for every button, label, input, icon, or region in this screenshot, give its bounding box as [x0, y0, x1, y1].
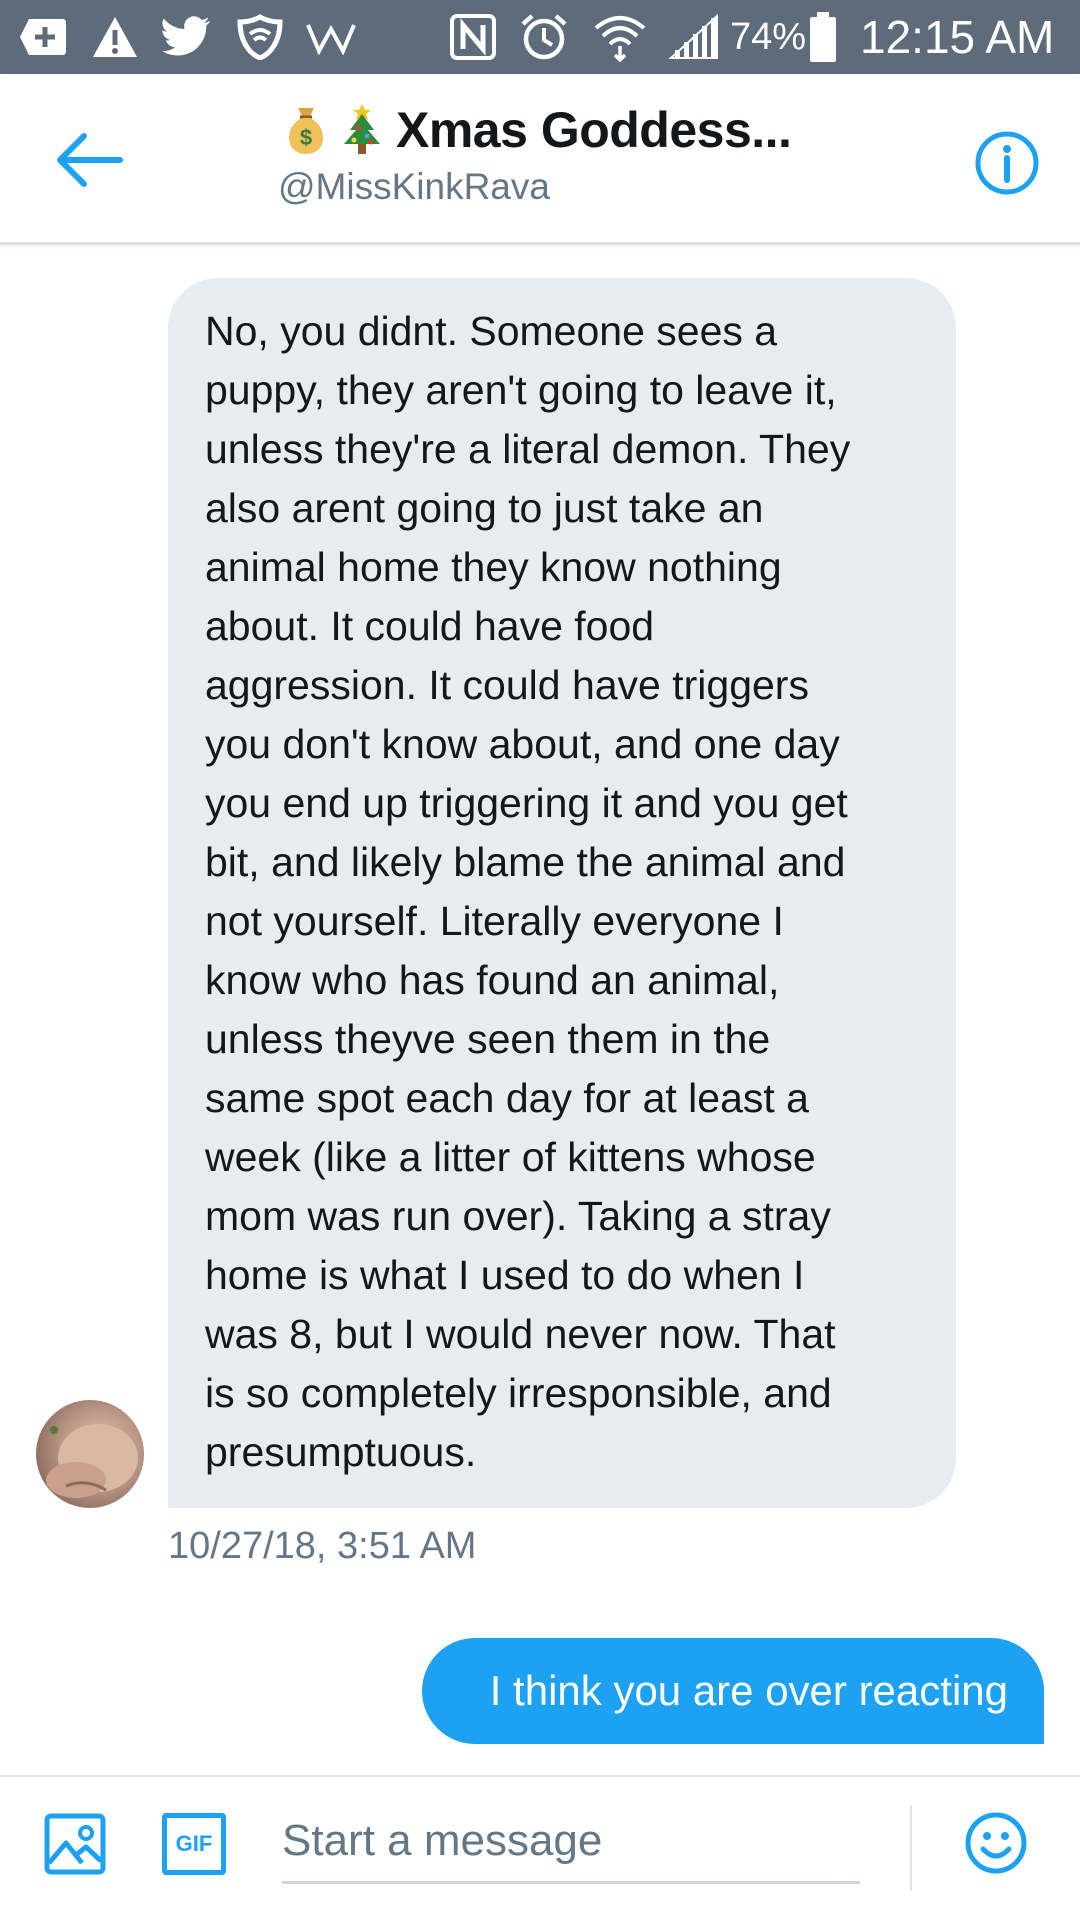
gif-button[interactable]: GIF	[162, 1813, 226, 1875]
incoming-message-bubble[interactable]: No, you didnt. Someone sees a puppy, the…	[168, 278, 956, 1508]
status-bar: 74% 12:15 AM	[0, 0, 1080, 74]
contact-name: Xmas Goddess...	[396, 102, 792, 158]
alarm-icon	[516, 10, 572, 64]
warning-icon	[88, 10, 142, 64]
message-input[interactable]	[282, 1801, 860, 1884]
contact-handle: @MissKinkRava	[278, 166, 550, 207]
conversation-title[interactable]: $ Xmas Goddess... @MissKinkRava	[278, 100, 838, 208]
add-image-button[interactable]	[44, 1813, 106, 1875]
w-icon	[300, 10, 362, 64]
info-icon	[975, 131, 1039, 195]
battery-percent: 74%	[730, 16, 807, 58]
money-bag-emoji: $	[278, 102, 334, 158]
back-button[interactable]	[52, 130, 124, 190]
info-button[interactable]	[974, 130, 1040, 196]
smiley-icon	[965, 1812, 1027, 1874]
outgoing-message-bubble[interactable]: I think you are over reacting	[422, 1638, 1044, 1744]
arrow-left-icon	[57, 133, 123, 187]
conversation-header: $ Xmas Goddess... @MissKinkRava	[0, 74, 1080, 245]
message-list[interactable]: No, you didnt. Someone sees a puppy, the…	[0, 245, 1080, 1775]
wifi-icon	[590, 10, 650, 64]
nfc-icon	[446, 10, 500, 64]
avatar[interactable]	[36, 1400, 144, 1508]
emoji-button[interactable]	[964, 1811, 1028, 1875]
image-icon	[44, 1813, 106, 1875]
message-composer: GIF	[0, 1775, 1080, 1922]
incoming-timestamp: 10/27/18, 3:51 AM	[168, 1525, 477, 1567]
composer-divider	[910, 1805, 912, 1891]
clock: 12:15 AM	[860, 11, 1055, 63]
gif-icon: GIF	[162, 1813, 226, 1875]
add-box-icon	[14, 10, 72, 64]
christmas-tree-emoji	[334, 102, 390, 158]
twitter-bird-icon	[158, 10, 216, 64]
cellular-signal-icon	[664, 10, 722, 64]
battery-icon	[806, 10, 840, 64]
vpn-shield-icon	[232, 10, 288, 64]
svg-text:$: $	[300, 125, 312, 150]
